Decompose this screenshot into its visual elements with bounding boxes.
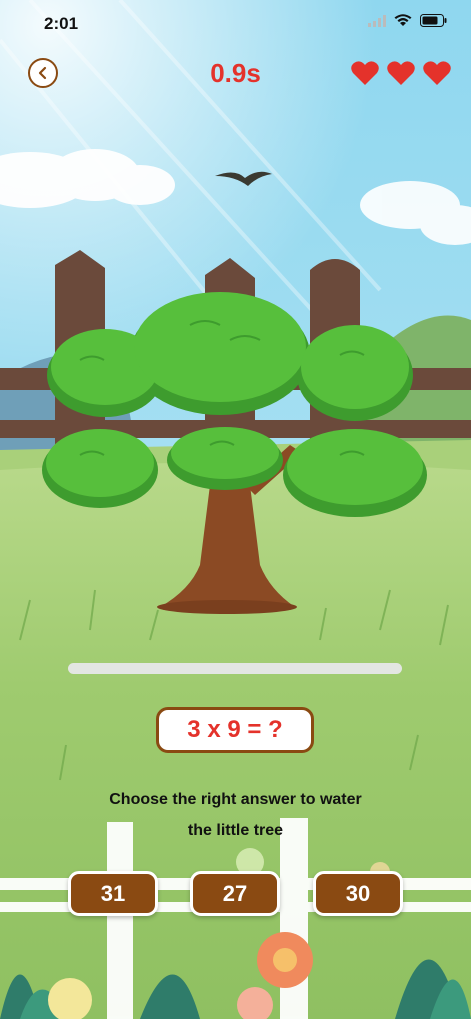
heart-icon	[423, 61, 451, 85]
cellular-icon	[368, 14, 386, 27]
answer-button-1[interactable]: 31	[68, 871, 158, 916]
tree-foliage	[42, 292, 427, 517]
heart-icon	[387, 61, 415, 85]
status-time: 2:01	[44, 14, 79, 33]
watering-progress-bar	[68, 663, 402, 674]
instruction-text: Choose the right answer to water the lit…	[70, 784, 401, 846]
instruction-line-2: the little tree	[187, 822, 284, 839]
lives-indicator	[351, 60, 451, 86]
answer-button-3[interactable]: 30	[313, 871, 403, 916]
battery-icon	[420, 14, 447, 27]
answer-button-2[interactable]: 27	[190, 871, 280, 916]
math-question: 3 x 9 = ?	[156, 707, 314, 753]
status-icons	[368, 14, 447, 27]
tree-illustration	[42, 292, 427, 614]
heart-icon	[351, 61, 379, 85]
status-bar: 2:01	[0, 0, 471, 50]
wifi-icon	[394, 14, 412, 26]
instruction-line-1: Choose the right answer to water	[109, 791, 362, 808]
